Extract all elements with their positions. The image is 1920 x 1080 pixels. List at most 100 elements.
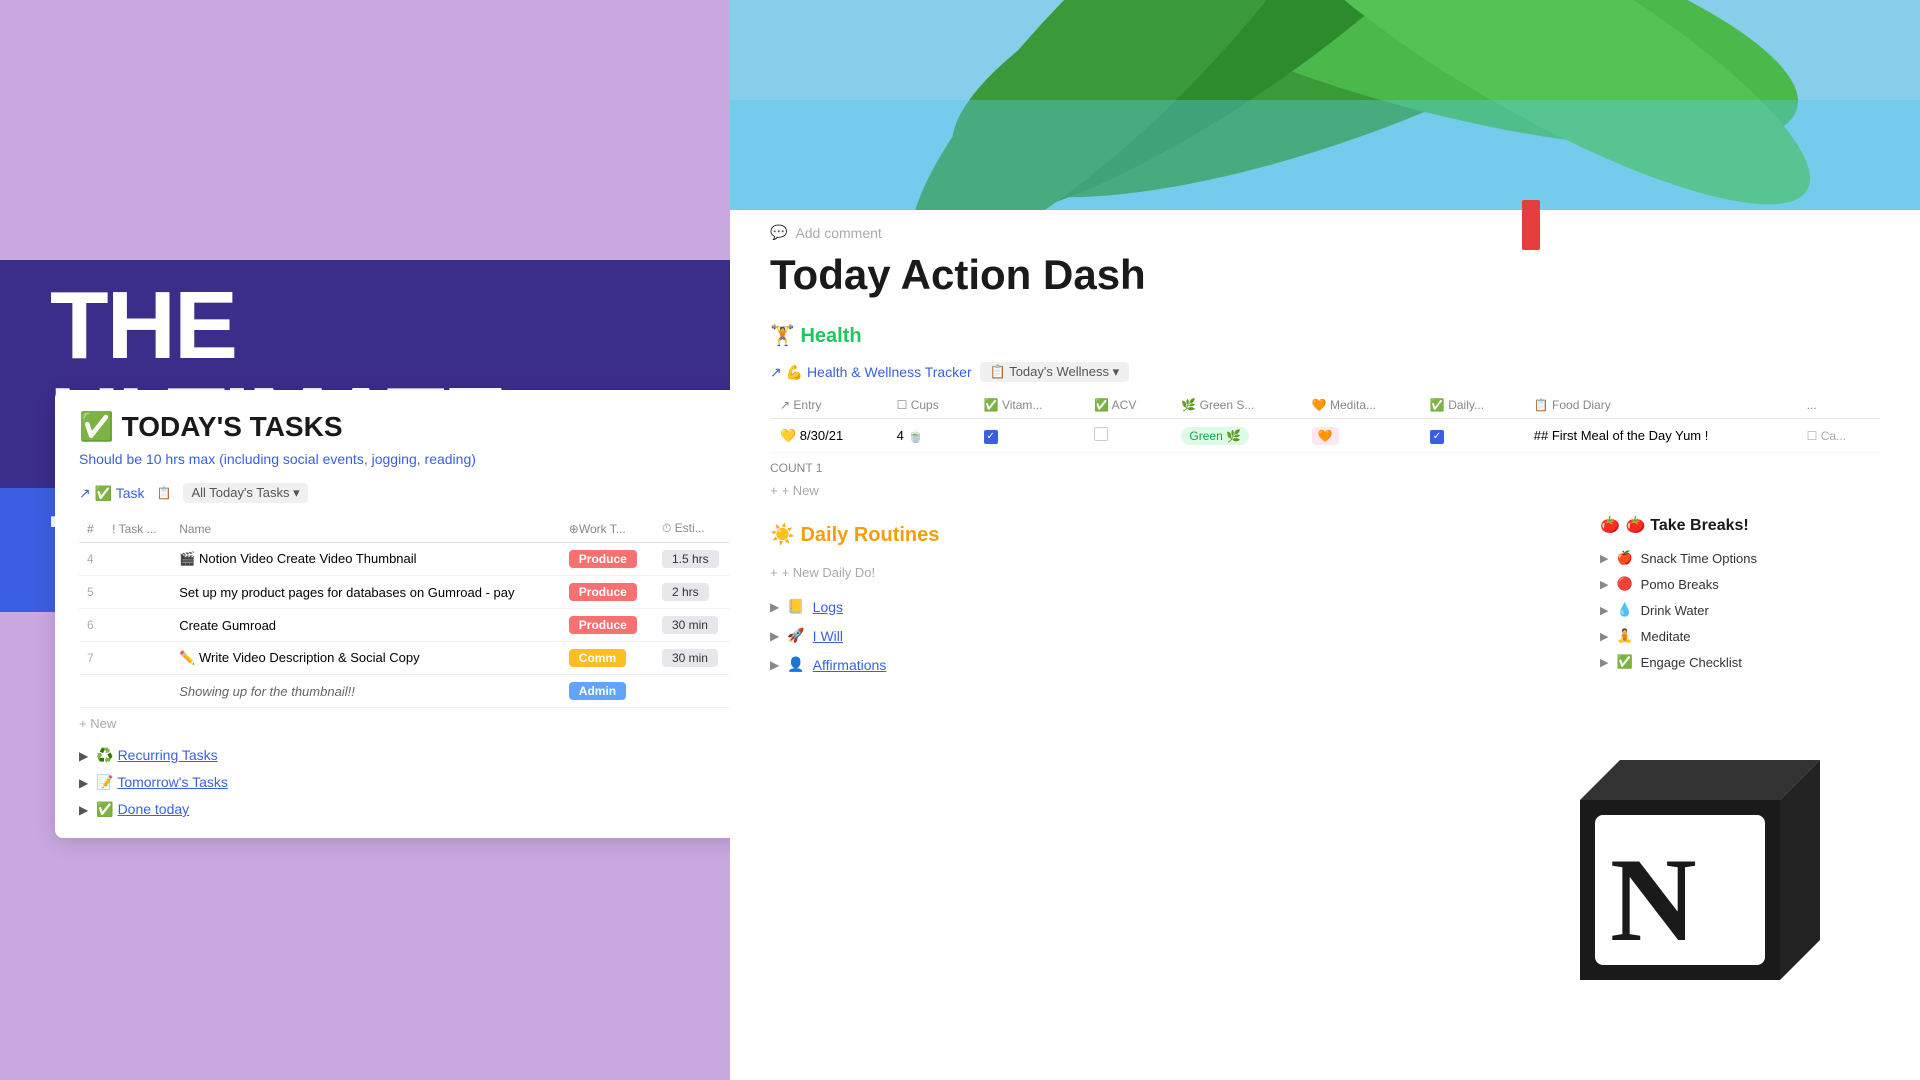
col-est: ⏱ Esti... (654, 515, 735, 543)
chevron-right-icon: ▶ (79, 803, 88, 817)
col-green: 🌿 Green S... (1171, 392, 1301, 419)
meditate-icon: 🧘 (1616, 628, 1632, 644)
table-row[interactable]: 💛 8/30/21 4 🍵 ✓ Green 🌿 🧡 ✓ ## First Mea… (770, 419, 1880, 453)
tomorrow-tasks-label: 📝 Tomorrow's Tasks (96, 774, 228, 791)
engage-label[interactable]: Engage Checklist (1641, 655, 1742, 670)
water-icon: 💧 (1616, 602, 1632, 618)
done-today-toggle[interactable]: ▶ ✅ Done today (79, 801, 776, 818)
plus-icon: + (770, 565, 778, 580)
notion-n-block: N (1540, 740, 1820, 1020)
break-pomo[interactable]: ▶ 🔴 Pomo Breaks (1600, 571, 1880, 597)
add-new-task[interactable]: + New (79, 716, 776, 731)
chevron-right-icon: ▶ (79, 776, 88, 790)
table-row[interactable]: 5 Set up my product pages for databases … (79, 576, 776, 609)
health-section: 🏋️ Health ↗ 💪 Health & Wellness Tracker … (770, 323, 1880, 502)
col-entry: ↗ Entry (770, 392, 887, 419)
plus-icon: + (770, 483, 778, 498)
col-acv: ✅ ACV (1084, 392, 1171, 419)
cell-vitam: ✓ (974, 419, 1084, 453)
pomo-label[interactable]: Pomo Breaks (1641, 577, 1719, 592)
affirmations-icon: 👤 (787, 656, 804, 673)
cell-acv (1084, 419, 1171, 453)
col-cups: ☐ Cups (887, 392, 974, 419)
recurring-tasks-label: ♻️ Recurring Tasks (96, 747, 217, 764)
health-section-header: 🏋️ Health (770, 323, 1880, 348)
cell-cups: 4 🍵 (887, 419, 974, 453)
task-panel-title: ✅ TODAY'S TASKS (79, 410, 776, 443)
col-medita: 🧡 Medita... (1302, 392, 1420, 419)
done-today-label: ✅ Done today (96, 801, 189, 818)
svg-text:N: N (1610, 833, 1697, 966)
logs-label[interactable]: Logs (813, 599, 843, 615)
take-breaks-panel: 🍅 🍅 Take Breaks! ▶ 🍎 Snack Time Options … (1600, 515, 1880, 675)
recurring-tasks-toggle[interactable]: ▶ ♻️ Recurring Tasks (79, 747, 776, 764)
pomo-icon: 🔴 (1616, 576, 1632, 592)
daily-routines-title: ☀️ Daily Routines (770, 522, 939, 547)
iwill-label[interactable]: I Will (813, 628, 843, 644)
health-table: ↗ Entry ☐ Cups ✅ Vitam... ✅ ACV 🌿 Green … (770, 392, 1880, 453)
snack-label[interactable]: Snack Time Options (1641, 551, 1757, 566)
add-comment-area[interactable]: 💬 Add comment (770, 210, 1880, 251)
chevron-right-icon: ▶ (1600, 656, 1608, 669)
task-panel-subtitle: Should be 10 hrs max (including social e… (79, 451, 776, 467)
col-vitam: ✅ Vitam... (974, 392, 1084, 419)
table-row[interactable]: 6 Create Gumroad Produce 30 min Aug (79, 609, 776, 642)
health-db-link-row[interactable]: ↗ 💪 Health & Wellness Tracker 📋 Today's … (770, 362, 1880, 382)
filter-label[interactable]: All Today's Tasks ▾ (183, 483, 307, 503)
col-hash: # (79, 515, 104, 543)
chevron-right-icon: ▶ (1600, 630, 1608, 643)
col-daily: ✅ Daily... (1420, 392, 1524, 419)
cell-green: Green 🌿 (1171, 419, 1301, 453)
page-cover (730, 0, 1920, 210)
col-name: Name (171, 515, 561, 543)
break-engage[interactable]: ▶ ✅ Engage Checklist (1600, 649, 1880, 675)
col-work: ⊕Work T... (561, 515, 654, 543)
left-panel: THE ULTIMATE TO-DO LIST ✅ TODAY'S TASKS … (0, 0, 730, 1080)
count-label: COUNT 1 (770, 461, 1880, 475)
cell-ca: ☐ Ca... (1797, 419, 1880, 453)
tomorrow-tasks-toggle[interactable]: ▶ 📝 Tomorrow's Tasks (79, 774, 776, 791)
task-link[interactable]: ↗ ✅ Task (79, 485, 144, 502)
chevron-right-icon: ▶ (770, 629, 779, 643)
right-panel: 💬 Add comment Today Action Dash 🏋️ Healt… (730, 0, 1920, 1080)
page-title: Today Action Dash (770, 251, 1880, 299)
engage-icon: ✅ (1616, 654, 1632, 670)
col-food: 📋 Food Diary (1524, 392, 1797, 419)
logs-icon: 📒 (787, 598, 804, 615)
cell-daily: ✓ (1420, 419, 1524, 453)
break-meditate[interactable]: ▶ 🧘 Meditate (1600, 623, 1880, 649)
task-link-row[interactable]: ↗ ✅ Task 📋 All Today's Tasks ▾ (79, 483, 776, 503)
comment-icon: 💬 (770, 224, 787, 241)
take-breaks-title: 🍅 Take Breaks! (1626, 515, 1749, 535)
table-row[interactable]: 7 ✏️ Write Video Description & Social Co… (79, 642, 776, 675)
task-panel: ✅ TODAY'S TASKS Should be 10 hrs max (in… (55, 390, 800, 838)
col-more: ... (1797, 392, 1880, 419)
table-row[interactable]: Showing up for the thumbnail!! Admin Aug (79, 675, 776, 708)
cell-medita: 🧡 (1302, 419, 1420, 453)
cell-food: ## First Meal of the Day Yum ! (1524, 419, 1797, 453)
bookmark-icon (1522, 200, 1540, 250)
break-water[interactable]: ▶ 💧 Drink Water (1600, 597, 1880, 623)
meditate-label[interactable]: Meditate (1641, 629, 1691, 644)
table-row[interactable]: 4 🎬 Notion Video Create Video Thumbnail … (79, 543, 776, 576)
health-title: 🏋️ Health (770, 323, 862, 348)
notion-cube-svg: N (1540, 740, 1820, 1020)
cell-date: 💛 8/30/21 (770, 419, 887, 453)
chevron-right-icon: ▶ (1600, 552, 1608, 565)
col-task: ! Task ... (104, 515, 171, 543)
water-label[interactable]: Drink Water (1641, 603, 1709, 618)
task-table: # ! Task ... Name ⊕Work T... ⏱ Esti... 📅… (79, 515, 776, 708)
chevron-right-icon: ▶ (79, 749, 88, 763)
iwill-icon: 🚀 (787, 627, 804, 644)
break-snack[interactable]: ▶ 🍎 Snack Time Options (1600, 545, 1880, 571)
chevron-right-icon: ▶ (1600, 604, 1608, 617)
take-breaks-header: 🍅 🍅 Take Breaks! (1600, 515, 1880, 535)
health-db-link[interactable]: ↗ 💪 Health & Wellness Tracker (770, 364, 972, 381)
add-comment-label[interactable]: Add comment (795, 225, 881, 241)
affirmations-label[interactable]: Affirmations (813, 657, 887, 673)
tomato-icon: 🍅 (1600, 515, 1620, 535)
add-new-health[interactable]: + + New (770, 479, 1880, 502)
chevron-right-icon: ▶ (770, 600, 779, 614)
health-view-label[interactable]: 📋 Today's Wellness ▾ (980, 362, 1130, 382)
palm-illustration (730, 0, 1920, 210)
